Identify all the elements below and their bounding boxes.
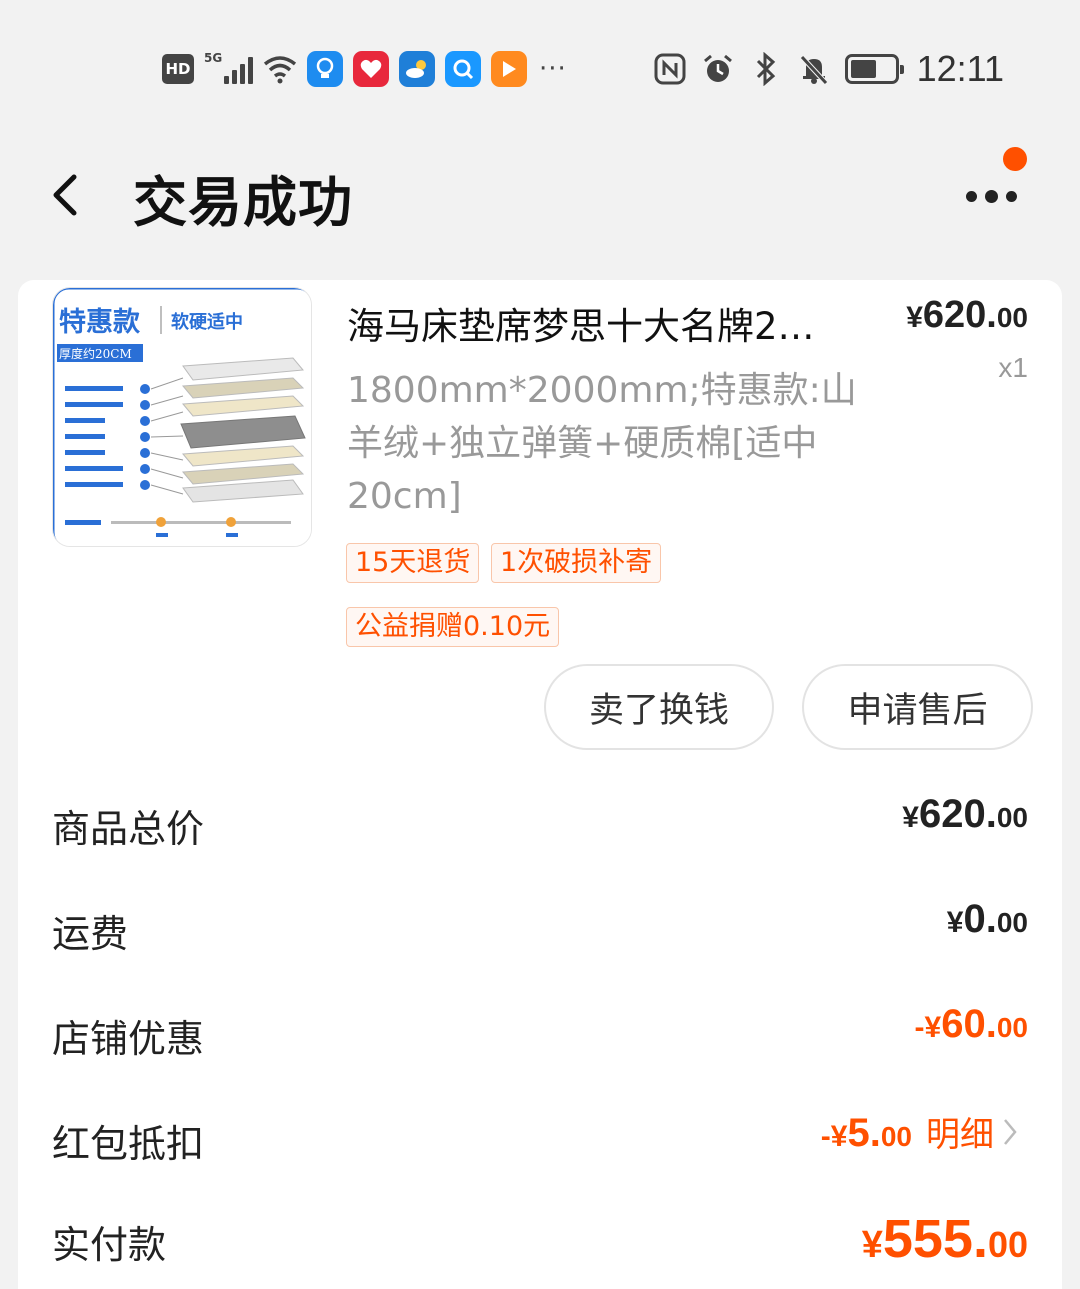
shipping-value: ¥0. 00 [946, 897, 1028, 941]
bulb-app-icon [307, 51, 343, 87]
paid-value: ¥555. 00 [861, 1209, 1028, 1269]
goods-total-label: 商品总价 [52, 807, 205, 851]
product-title[interactable]: 海马床垫席梦思十大名牌2… [347, 296, 857, 350]
red-packet-row: 红包抵扣 - ¥5. 00 明细 [52, 1107, 1028, 1167]
more-dot-icon [965, 190, 977, 202]
more-notifications-icon: ··· [539, 54, 567, 84]
weather-app-icon [399, 51, 435, 87]
paid-row: 实付款 ¥555. 00 [52, 1208, 1028, 1269]
image-badge: 特惠款 [59, 307, 140, 338]
chevron-right-icon [1004, 1118, 1017, 1145]
store-discount-label: 店铺优惠 [52, 1017, 205, 1061]
image-thickness: 厚度约20CM [59, 347, 132, 361]
search-app-icon [445, 51, 481, 87]
notification-dot [1003, 147, 1027, 171]
mute-bell-icon [797, 52, 831, 86]
tag-return: 15天退货 [346, 543, 480, 583]
tag-charity: 公益捐赠0.10元 [346, 607, 560, 647]
product-quantity: x1 [998, 352, 1028, 383]
page-title: 交易成功 [133, 171, 353, 234]
product-price: ¥620.00 [906, 294, 1028, 336]
red-packet-value: - ¥5. 00 明细 [821, 1107, 1018, 1156]
goods-total-value: ¥620. 00 [902, 792, 1028, 836]
alarm-icon [701, 52, 735, 86]
video-app-icon [491, 51, 527, 87]
status-bar: HD 5G ··· 12:11 [0, 0, 1080, 120]
nfc-icon [653, 52, 687, 86]
heart-app-icon [353, 51, 389, 87]
image-subtitle: 软硬适中 [171, 312, 243, 333]
header: 交易成功 [0, 120, 1080, 278]
back-button[interactable] [40, 170, 90, 220]
clock: 12:11 [916, 48, 1004, 89]
product-sku: 1800mm*2000mm;特惠款:山羊绒+独立弹簧+硬质棉[适中20cm] [347, 370, 857, 517]
battery-icon [844, 54, 904, 84]
more-button[interactable] [956, 176, 1026, 216]
after-sale-button[interactable]: 申请售后 [802, 664, 1033, 750]
shipping-row: 运费 ¥0. 00 [52, 897, 1028, 957]
red-packet-label: 红包抵扣 [52, 1122, 205, 1166]
signal-icon: 5G [204, 52, 253, 84]
more-dot-icon [1005, 190, 1017, 202]
bluetooth-icon [749, 52, 783, 86]
hd-icon: HD [162, 54, 194, 84]
status-left: HD 5G ··· [162, 48, 567, 90]
store-discount-value: - ¥60. 00 [914, 1002, 1028, 1046]
sell-button[interactable]: 卖了换钱 [544, 664, 774, 750]
wifi-icon [263, 52, 297, 86]
more-dot-icon [984, 189, 998, 203]
tag-damage: 1次破损补寄 [491, 543, 662, 583]
chevron-left-icon [53, 174, 77, 216]
red-packet-detail-link[interactable]: 明细 [926, 1107, 1018, 1156]
product-image[interactable]: 特惠款 软硬适中 厚度约20CM [52, 287, 312, 547]
status-right: 12:11 [653, 48, 1004, 90]
goods-total-row: 商品总价 ¥620. 00 [52, 792, 1028, 852]
paid-label: 实付款 [52, 1223, 167, 1267]
shipping-label: 运费 [52, 912, 129, 956]
store-discount-row: 店铺优惠 - ¥60. 00 [52, 1002, 1028, 1062]
